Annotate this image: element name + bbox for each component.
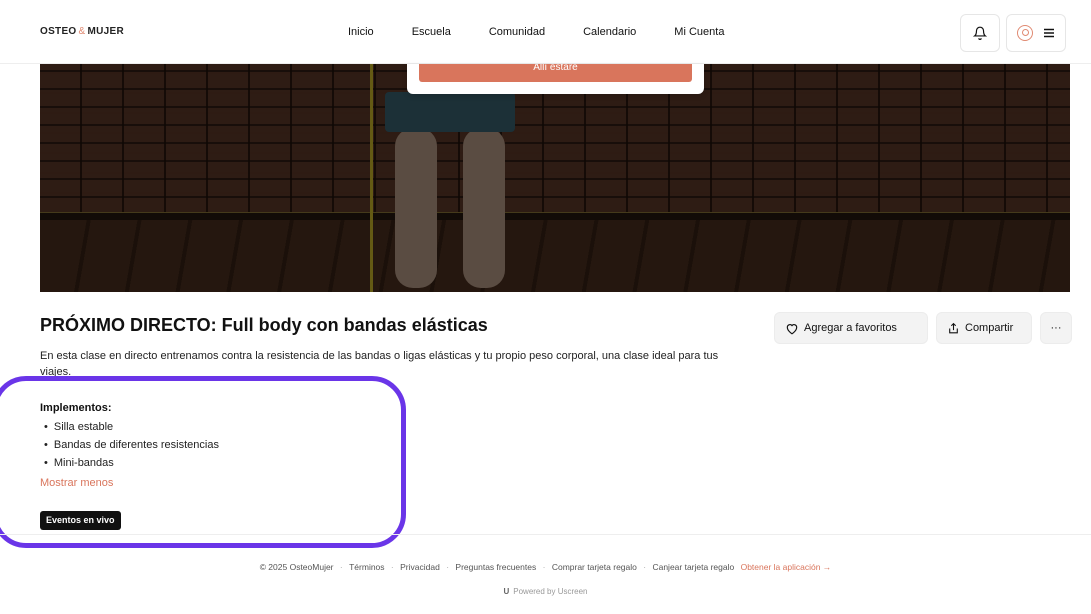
separator: · [390,562,394,572]
more-options-button[interactable]: ··· [1040,312,1072,344]
event-description: En esta clase en directo entrenamos cont… [40,350,719,376]
event-actions: Agregar a favoritos Compartir ··· [774,312,1072,344]
rsvp-button[interactable]: Allí estaré [419,64,692,82]
nav-item-calendario[interactable]: Calendario [583,26,636,38]
bell-icon [973,26,987,40]
list-item: Silla estable [44,418,219,436]
more-dots-icon: ··· [1050,322,1062,334]
powered-by[interactable]: U Powered by Uscreen [0,587,1091,596]
footer-link-terms[interactable]: Términos [349,562,384,572]
hamburger-menu-icon [1044,28,1054,38]
separator: · [339,562,343,572]
rsvp-card: Allí estaré [407,64,704,94]
category-tag[interactable]: Eventos en vivo [40,511,121,530]
logo-text-left: OSTEO [40,26,77,37]
get-app-link[interactable]: Obtener la aplicación → [741,562,832,572]
image-overlay [40,64,1070,292]
main-nav: Inicio Escuela Comunidad Calendario Mi C… [348,26,762,38]
footer-divider [0,534,1091,535]
brand-logo[interactable]: OSTEO & MUJER [40,26,124,37]
account-menu-button[interactable] [1006,14,1066,52]
nav-item-inicio[interactable]: Inicio [348,26,374,38]
nav-item-escuela[interactable]: Escuela [412,26,451,38]
favorites-label: Agregar a favoritos [804,322,897,334]
event-cover-image [40,64,1070,292]
footer-links: © 2025 OsteoMujer · Términos · Privacida… [0,562,1091,572]
separator: · [446,562,450,572]
footer-link-privacy[interactable]: Privacidad [400,562,440,572]
heart-icon [786,323,798,334]
implements-list: Silla estable Bandas de diferentes resis… [44,418,219,472]
add-to-favorites-button[interactable]: Agregar a favoritos [774,312,928,344]
event-title: PRÓXIMO DIRECTO: Full body con bandas el… [40,315,488,335]
page: OSTEO & MUJER Inicio Escuela Comunidad Cal… [0,0,1091,614]
share-button[interactable]: Compartir [936,312,1032,344]
list-item: Bandas de diferentes resistencias [44,436,219,454]
logo-ampersand: & [78,26,86,37]
nav-item-mi-cuenta[interactable]: Mi Cuenta [674,26,724,38]
footer-link-redeem-gift-card[interactable]: Canjear tarjeta regalo [652,562,734,572]
top-header: OSTEO & MUJER Inicio Escuela Comunidad Cal… [0,0,1091,64]
separator: · [643,562,647,572]
share-icon [949,322,958,333]
notifications-button[interactable] [960,14,1000,52]
show-less-link[interactable]: Mostrar menos [40,477,113,489]
powered-by-text: Powered by Uscreen [513,587,588,596]
implements-heading: Implementos: [40,402,112,414]
share-label: Compartir [965,322,1014,334]
list-item: Mini-bandas [44,454,219,472]
separator: · [542,562,546,572]
copyright-text: © 2025 OsteoMujer [259,562,334,572]
uscreen-logo-icon: U [503,587,510,596]
footer-link-buy-gift-card[interactable]: Comprar tarjeta regalo [552,562,637,572]
nav-item-comunidad[interactable]: Comunidad [489,26,545,38]
avatar-icon [1017,25,1033,41]
footer-link-faq[interactable]: Preguntas frecuentes [455,562,536,572]
logo-text-right: MUJER [87,26,125,37]
